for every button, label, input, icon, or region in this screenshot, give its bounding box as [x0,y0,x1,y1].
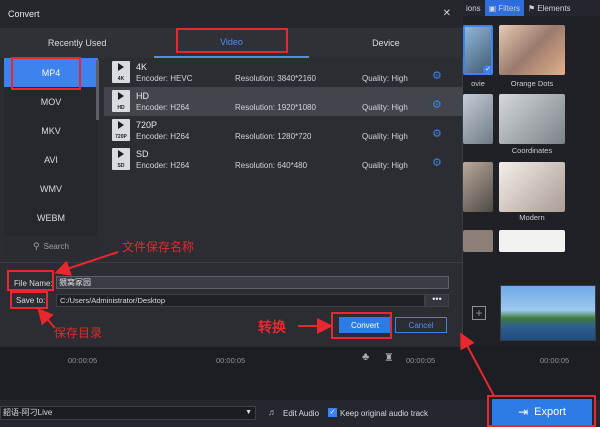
annotation-arrows [37,251,495,397]
arrow-file-name [54,251,119,276]
annotation-save-dir: 保存目录 [54,326,103,340]
annotation-file-name: 文件保存名称 [122,240,195,254]
annotation-convert: 转换 [258,320,286,336]
arrow-export [460,332,495,397]
arrow-save-to [37,308,56,329]
